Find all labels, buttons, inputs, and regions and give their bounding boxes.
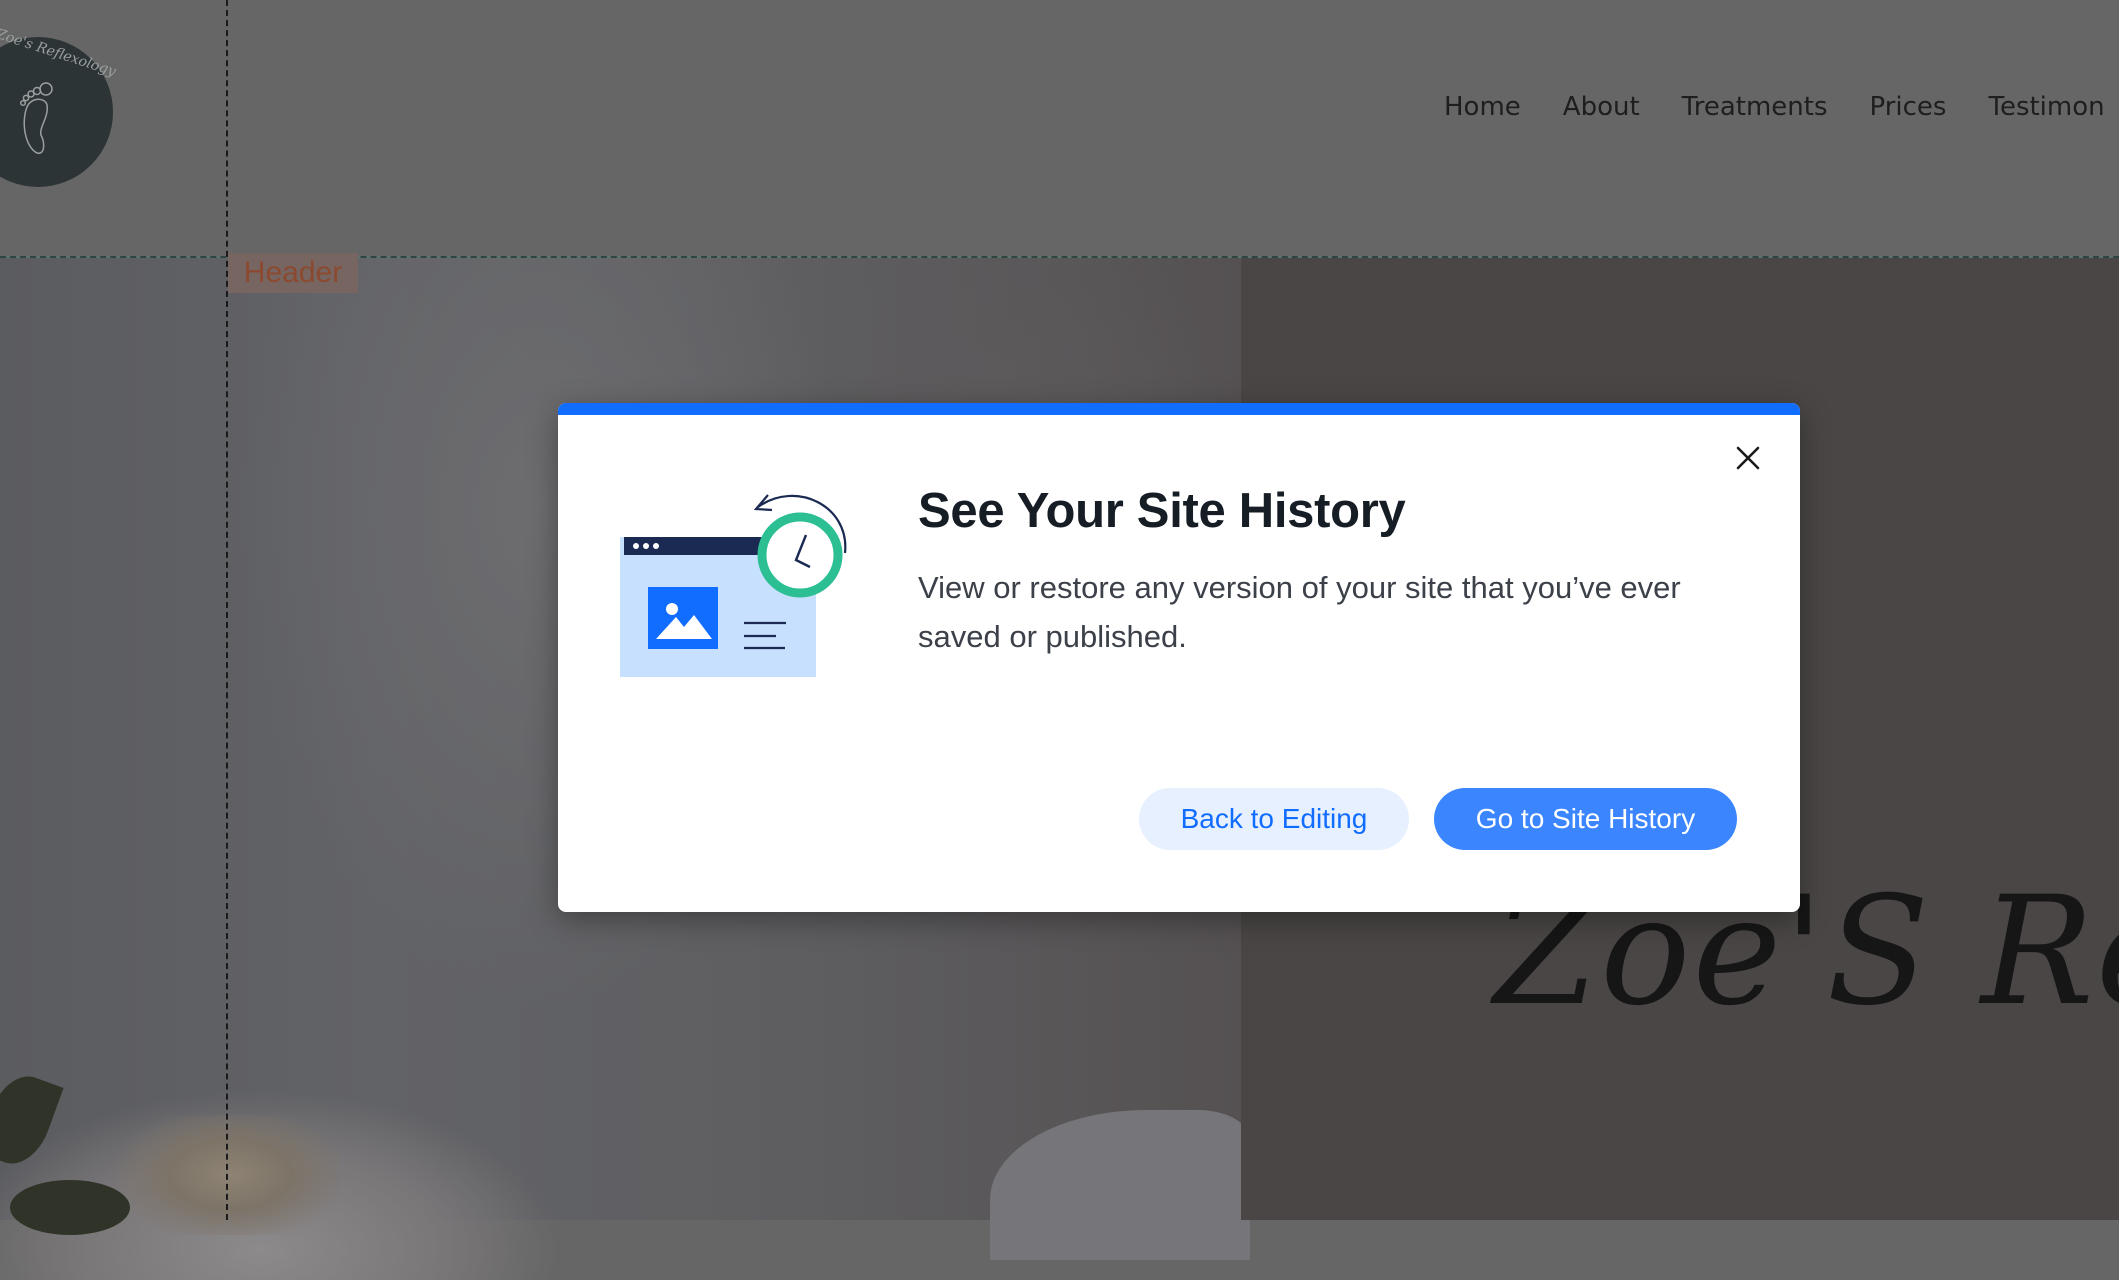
logo-text: Zoe's Reflexology (0, 26, 118, 80)
site-history-illustration (620, 494, 847, 677)
back-to-editing-button[interactable]: Back to Editing (1139, 788, 1409, 850)
layout-guide (226, 0, 228, 1220)
dialog-description: View or restore any version of your site… (918, 570, 1681, 654)
nav-item-treatments[interactable]: Treatments (1682, 92, 1828, 122)
dialog-title: See Your Site History (918, 484, 1406, 538)
nav-item-testimonials[interactable]: Testimon (1988, 92, 2104, 122)
nav-item-home[interactable]: Home (1444, 92, 1521, 122)
nav-item-prices[interactable]: Prices (1870, 92, 1947, 122)
site-logo[interactable]: Zoe's Reflexology (0, 26, 118, 187)
leaf-image (10, 1180, 130, 1235)
site-nav: Home About Treatments Prices Testimon (1444, 92, 2119, 122)
dialog-accent-bar (558, 403, 1800, 415)
footprint-icon (19, 82, 53, 154)
clock-icon (757, 512, 843, 598)
go-to-site-history-button[interactable]: Go to Site History (1434, 788, 1737, 850)
nav-item-about[interactable]: About (1563, 92, 1640, 122)
section-label-header[interactable]: Header (228, 253, 358, 293)
site-header: Zoe's Reflexology Home About Treatments … (0, 0, 2119, 257)
site-history-dialog: See Your Site History View or restore an… (558, 403, 1800, 912)
close-icon[interactable] (1733, 443, 1763, 473)
image-icon (648, 587, 718, 649)
